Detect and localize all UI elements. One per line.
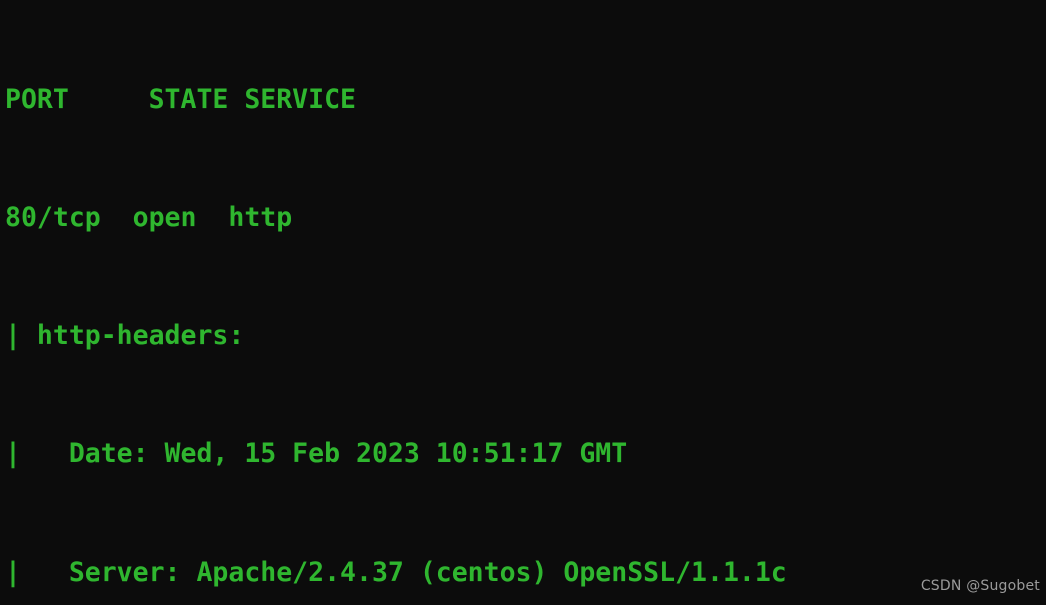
terminal-window[interactable]: PORT STATE SERVICE 80/tcp open http | ht… xyxy=(0,0,1046,605)
terminal-line-date-80: | Date: Wed, 15 Feb 2023 10:51:17 GMT xyxy=(5,438,628,470)
terminal-line-http-headers-80: | http-headers: xyxy=(5,320,245,352)
terminal-line-server-80: | Server: Apache/2.4.37 (centos) OpenSSL… xyxy=(5,556,787,588)
terminal-output: PORT STATE SERVICE 80/tcp open http | ht… xyxy=(5,1,787,605)
watermark: CSDN @Sugobet xyxy=(920,578,1040,594)
terminal-line-port-header: PORT STATE SERVICE xyxy=(5,83,356,115)
terminal-line-port-80: 80/tcp open http xyxy=(5,202,293,234)
